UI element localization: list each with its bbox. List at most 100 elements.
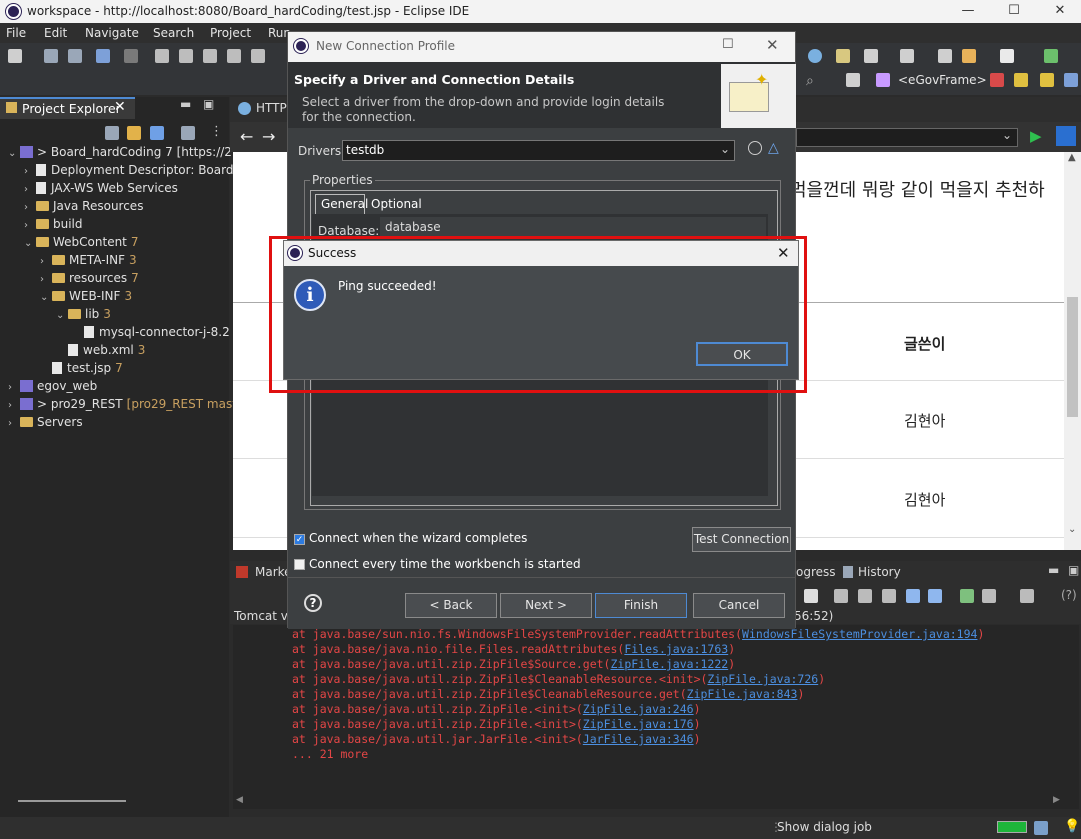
expand-down-icon[interactable]: ⌄ bbox=[8, 148, 20, 159]
ncp-close-button[interactable]: ✕ bbox=[766, 36, 779, 54]
connect-every-time-checkbox[interactable] bbox=[294, 559, 305, 570]
next-annotation-icon[interactable] bbox=[864, 49, 878, 63]
clear-console-icon[interactable] bbox=[834, 589, 848, 603]
minimize-panel-icon[interactable]: ▬ bbox=[1048, 563, 1059, 577]
maximize-view-icon[interactable]: ▣ bbox=[203, 97, 214, 111]
skip-breakpoints-icon[interactable] bbox=[124, 49, 138, 63]
scroll-down-icon[interactable]: ⌄ bbox=[1068, 524, 1076, 535]
resume-icon[interactable] bbox=[155, 49, 169, 63]
open-external-icon[interactable] bbox=[1056, 126, 1076, 146]
pe-hscroll-thumb[interactable] bbox=[18, 800, 126, 802]
back-nav-icon[interactable] bbox=[938, 49, 952, 63]
tree-item[interactable]: › egov_web bbox=[8, 379, 97, 397]
scroll-lock-icon[interactable] bbox=[858, 589, 872, 603]
tab-project-explorer[interactable]: Project Explorer ✕ bbox=[0, 97, 135, 119]
tree-item[interactable]: › resources 7 bbox=[40, 271, 139, 289]
finish-button[interactable]: Finish bbox=[595, 593, 687, 618]
forward-arrow-icon[interactable]: → bbox=[262, 127, 275, 146]
help-small-icon[interactable]: (?) bbox=[1061, 588, 1077, 602]
scroll-right-icon[interactable]: ▶ bbox=[1053, 795, 1060, 805]
search-icon[interactable]: ⌕ bbox=[806, 73, 814, 89]
tree-item[interactable]: ⌄ lib 3 bbox=[56, 307, 111, 325]
database-input[interactable]: database bbox=[380, 217, 766, 237]
url-field[interactable] bbox=[796, 128, 1018, 147]
progress-view-icon[interactable] bbox=[1034, 821, 1048, 835]
expand-right-icon[interactable]: › bbox=[8, 400, 20, 411]
last-edit-icon[interactable] bbox=[962, 49, 976, 63]
expand-right-icon[interactable]: › bbox=[24, 220, 36, 231]
show-stdout-icon[interactable] bbox=[906, 589, 920, 603]
console-source-link[interactable]: ZipFile.java:246 bbox=[583, 702, 694, 716]
display-console-icon[interactable] bbox=[982, 589, 996, 603]
word-wrap-icon[interactable] bbox=[882, 589, 896, 603]
egov-perspective-icon[interactable] bbox=[876, 73, 890, 87]
tree-item[interactable]: › Servers bbox=[8, 415, 83, 433]
view-menu-icon[interactable] bbox=[181, 126, 195, 140]
edit-driver-icon[interactable]: △ bbox=[768, 140, 779, 156]
tree-item[interactable]: › JAX-WS Web Services bbox=[24, 181, 178, 199]
menu-file[interactable]: File bbox=[6, 26, 26, 40]
go-icon[interactable]: ▶ bbox=[1030, 127, 1042, 145]
back-button[interactable]: < Back bbox=[405, 593, 497, 618]
menu-project[interactable]: Project bbox=[210, 26, 251, 40]
maximize-panel-icon[interactable]: ▣ bbox=[1068, 563, 1079, 577]
remove-launch-icon[interactable] bbox=[804, 589, 818, 603]
console-source-link[interactable]: Files.java:1763 bbox=[624, 642, 728, 656]
save-icon[interactable] bbox=[44, 49, 58, 63]
terminate-icon[interactable] bbox=[203, 49, 217, 63]
java-perspective-icon[interactable] bbox=[1014, 73, 1028, 87]
minimize-view-icon[interactable]: ▬ bbox=[180, 97, 191, 111]
tree-item[interactable]: web.xml 3 bbox=[56, 343, 145, 361]
suspend-icon[interactable] bbox=[179, 49, 193, 63]
link-editor-icon[interactable] bbox=[127, 126, 141, 140]
close-window-button[interactable]: ✕ bbox=[1037, 0, 1081, 23]
tree-item[interactable]: › Java Resources bbox=[24, 199, 143, 217]
test-connection-button[interactable]: Test Connection bbox=[692, 527, 791, 552]
perspective-label[interactable]: <eGovFrame> bbox=[898, 73, 987, 87]
console-source-link[interactable]: WindowsFileSystemProvider.java:194 bbox=[742, 627, 977, 641]
tree-item[interactable]: ⌄ > Board_hardCoding 7 [https://21 bbox=[8, 145, 240, 163]
expand-right-icon[interactable]: › bbox=[8, 382, 20, 393]
cancel-button[interactable]: Cancel bbox=[693, 593, 785, 618]
menu-search[interactable]: Search bbox=[153, 26, 194, 40]
expand-right-icon[interactable]: › bbox=[24, 166, 36, 177]
tree-item[interactable]: › META-INF 3 bbox=[40, 253, 137, 271]
expand-right-icon[interactable]: › bbox=[24, 202, 36, 213]
console-source-link[interactable]: ZipFile.java:726 bbox=[707, 672, 818, 686]
expand-right-icon[interactable]: › bbox=[40, 256, 52, 267]
console-source-link[interactable]: ZipFile.java:1222 bbox=[611, 657, 729, 671]
tree-item[interactable]: › Deployment Descriptor: Board_ bbox=[24, 163, 239, 181]
expand-down-icon[interactable]: ⌄ bbox=[56, 310, 68, 321]
tab-history[interactable]: History bbox=[858, 565, 901, 579]
new-driver-icon[interactable] bbox=[748, 141, 762, 155]
save-all-icon[interactable] bbox=[68, 49, 82, 63]
filter-icon[interactable] bbox=[150, 126, 164, 140]
scroll-left-icon[interactable]: ◀ bbox=[236, 795, 243, 805]
scroll-up-icon[interactable]: ▲ bbox=[1068, 152, 1076, 163]
tree-item[interactable]: › > pro29_REST [pro29_REST maste bbox=[8, 397, 244, 415]
expand-right-icon[interactable]: › bbox=[24, 184, 36, 195]
connect-when-completes-checkbox[interactable]: ✓ bbox=[294, 534, 305, 545]
globe-icon[interactable] bbox=[808, 49, 822, 63]
tree-item[interactable]: test.jsp 7 bbox=[40, 361, 123, 379]
more-options-icon[interactable]: ⋮ bbox=[210, 124, 223, 139]
step-into-icon[interactable] bbox=[251, 49, 265, 63]
search-tool-icon[interactable] bbox=[836, 49, 850, 63]
tab-progress[interactable]: ogress bbox=[796, 565, 836, 579]
console-hscroll[interactable]: ◀ ▶ bbox=[233, 795, 1079, 809]
scroll-thumb[interactable] bbox=[1067, 297, 1078, 417]
new-icon[interactable] bbox=[8, 49, 22, 63]
close-tab-icon[interactable]: ✕ bbox=[114, 99, 126, 115]
expand-down-icon[interactable]: ⌄ bbox=[40, 292, 52, 303]
tree-item[interactable]: › build bbox=[24, 217, 83, 235]
quick-access-icon[interactable] bbox=[846, 73, 860, 87]
forward-nav-icon[interactable] bbox=[1000, 49, 1014, 63]
browser-scrollbar[interactable]: ▲ ⌄ bbox=[1064, 152, 1081, 550]
connect-when-completes-label[interactable]: Connect when the wizard completes bbox=[309, 531, 527, 545]
back-arrow-icon[interactable]: ← bbox=[240, 127, 253, 146]
tab-http[interactable]: HTTP bbox=[256, 101, 287, 115]
jee-perspective-icon[interactable] bbox=[1040, 73, 1054, 87]
ncp-maximize-button[interactable]: ☐ bbox=[722, 37, 734, 52]
menu-navigate[interactable]: Navigate bbox=[85, 26, 139, 40]
disconnect-icon[interactable] bbox=[227, 49, 241, 63]
